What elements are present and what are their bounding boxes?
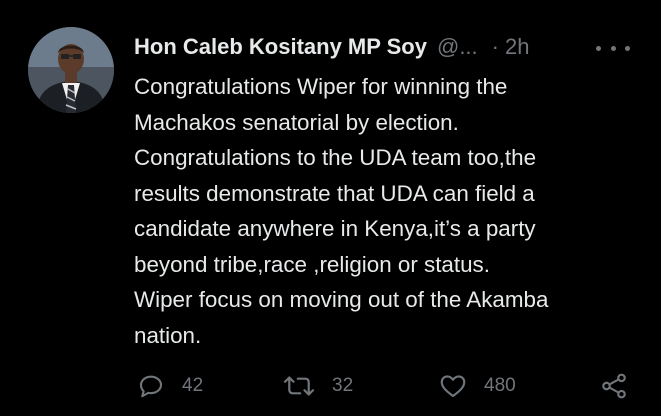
tweet-text-line: candidate anywhere in Kenya,it’s a party xyxy=(134,216,536,241)
like-count: 480 xyxy=(484,375,516,396)
author-name[interactable]: Hon Caleb Kositany MP Soy xyxy=(134,31,427,63)
retweet-icon xyxy=(283,376,315,396)
share-button[interactable] xyxy=(598,366,630,406)
more-options-icon[interactable] xyxy=(596,38,630,58)
retweet-count: 32 xyxy=(332,375,354,396)
tweet-text-line: Machakos senatorial by election. xyxy=(134,109,459,135)
more-dot xyxy=(596,45,601,51)
tweet-header: Hon Caleb Kositany MP Soy @... · 2h xyxy=(134,31,634,63)
like-button[interactable]: 480 xyxy=(438,366,516,406)
action-bar: 42 32 480 xyxy=(0,366,661,406)
more-dot xyxy=(625,45,630,51)
retweet-button[interactable]: 32 xyxy=(282,366,353,406)
tweet-text-line: nation. xyxy=(134,322,202,348)
avatar[interactable] xyxy=(28,27,114,113)
tweet[interactable]: Hon Caleb Kositany MP Soy @... · 2h Cong… xyxy=(0,0,661,416)
reply-button[interactable]: 42 xyxy=(136,366,203,406)
share-icon xyxy=(602,373,626,399)
tweet-text-line: beyond tribe,race ,religion or status. xyxy=(134,251,490,277)
tweet-timestamp[interactable]: 2h xyxy=(505,31,529,63)
tweet-text-line: Wiper focus on moving out of the Akamba xyxy=(134,287,549,312)
tweet-text-line: Congratulations Wiper for winning the xyxy=(134,74,508,99)
tweet-text-line: Congratulations to the UDA team too,the xyxy=(134,145,537,170)
reply-icon xyxy=(139,375,163,398)
heart-icon xyxy=(440,375,466,398)
tweet-text: Congratulations Wiper for winning the Ma… xyxy=(134,69,639,353)
more-dot xyxy=(610,45,616,51)
separator-dot: · xyxy=(491,34,499,59)
reply-count: 42 xyxy=(182,375,204,396)
avatar-photo xyxy=(28,27,114,113)
author-handle[interactable]: @... xyxy=(437,31,478,63)
tweet-text-line: results demonstrate that UDA can field a xyxy=(134,180,535,206)
